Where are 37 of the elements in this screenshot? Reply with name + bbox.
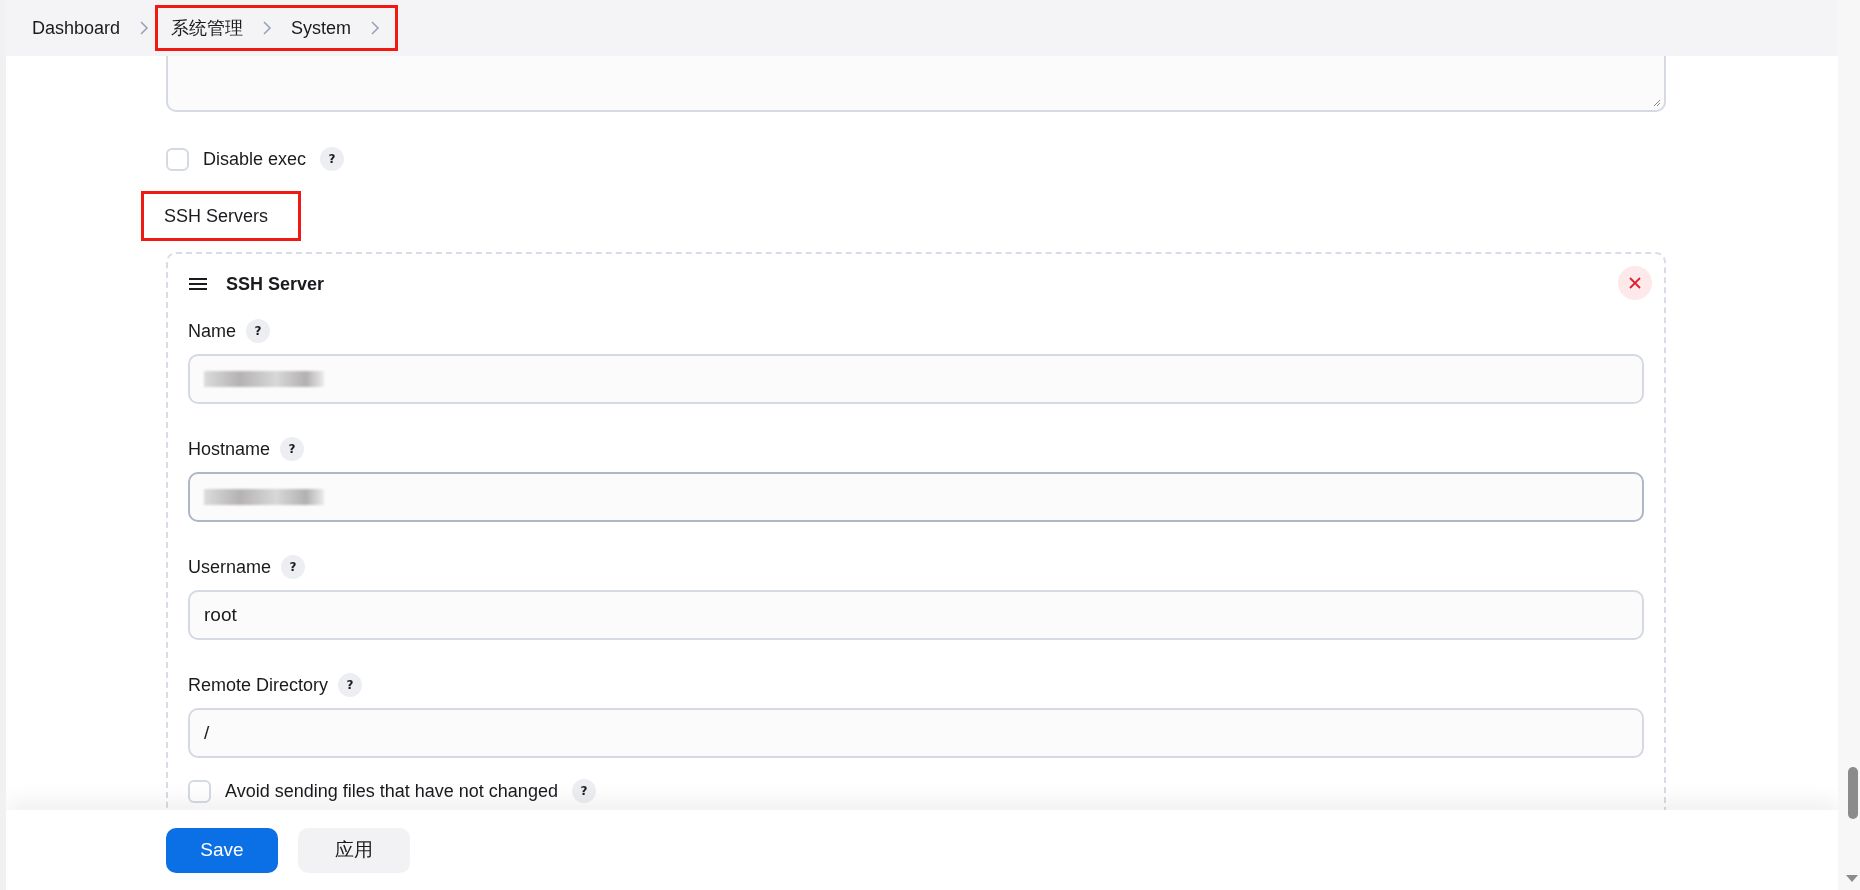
scroll-down-icon[interactable] xyxy=(1846,875,1858,882)
text-field[interactable] xyxy=(188,472,1644,522)
chevron-right-icon[interactable] xyxy=(261,21,274,35)
help-button[interactable]: ? xyxy=(320,147,345,171)
checkbox[interactable] xyxy=(166,147,189,171)
card-title: SSH Server xyxy=(226,273,325,295)
field-label: Remote Directory xyxy=(188,674,329,696)
help-button[interactable]: ? xyxy=(571,779,596,803)
checkbox[interactable] xyxy=(188,779,211,803)
text-field[interactable] xyxy=(188,354,1644,404)
checkbox-label: Disable exec xyxy=(203,148,307,170)
breadcrumb-link[interactable]: Dashboard xyxy=(32,17,121,39)
field-label: Hostname xyxy=(188,438,271,460)
breadcrumb-link[interactable]: 系统管理 xyxy=(171,16,244,40)
text-field[interactable]: root xyxy=(188,590,1644,640)
breadcrumb-link[interactable]: System xyxy=(291,17,352,39)
help-button[interactable]: ? xyxy=(281,555,306,579)
field-label: Name xyxy=(188,320,236,342)
checkbox-label: Avoid sending files that have not changed xyxy=(225,780,558,802)
scrollbar-thumb[interactable] xyxy=(1848,767,1858,819)
text-field[interactable]: / xyxy=(188,708,1644,758)
chevron-right-icon[interactable] xyxy=(138,21,151,35)
close-icon xyxy=(1629,277,1641,289)
delete-button[interactable] xyxy=(1618,266,1652,300)
drag-handle-icon[interactable] xyxy=(188,277,208,291)
section-title: SSH Servers xyxy=(144,194,299,238)
field-value: root xyxy=(204,604,237,626)
help-button[interactable]: ? xyxy=(246,319,270,343)
help-button[interactable]: ? xyxy=(338,673,363,697)
help-button[interactable]: ? xyxy=(280,437,305,461)
field-label: Username xyxy=(188,556,272,578)
save-button[interactable]: Save xyxy=(166,827,278,873)
resize-grip-icon[interactable] xyxy=(1653,99,1661,107)
apply-button[interactable]: 应用 xyxy=(298,827,410,873)
textarea-field[interactable] xyxy=(166,56,1666,112)
chevron-right-icon[interactable] xyxy=(369,21,382,35)
field-value: / xyxy=(204,722,210,744)
